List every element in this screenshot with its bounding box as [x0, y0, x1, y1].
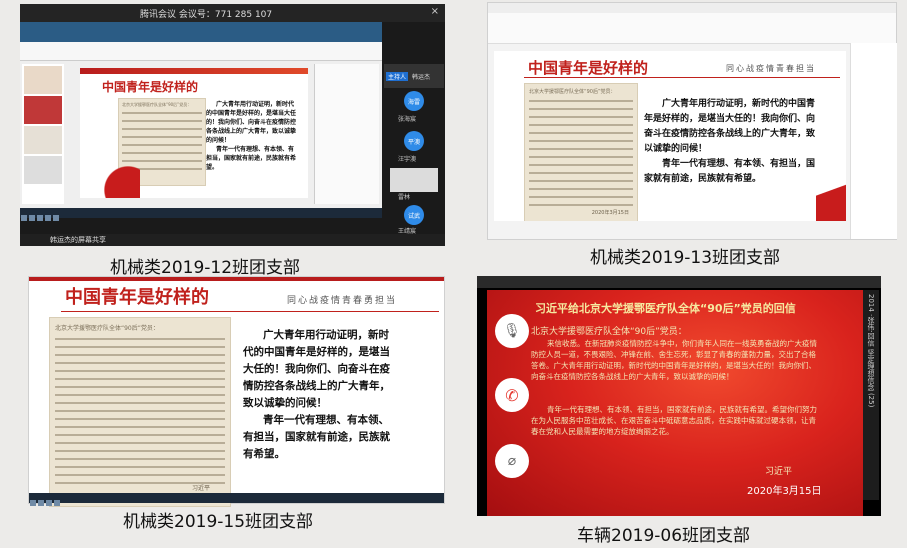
letter-date: 2020年3月15日 — [747, 486, 822, 497]
body-paragraph-2: 青年一代有理想、有本领、有担当，国家就有前途，民族就有希望。 — [644, 159, 816, 184]
slide-body: 广大青年用行动证明，新时代的中国青年是好样的，是堪当大任的！我向你们、向奋斗在疫… — [206, 100, 298, 172]
close-icon[interactable]: × — [431, 6, 439, 17]
slide-title: 中国青年是好样的 — [65, 287, 209, 308]
taskbar — [29, 493, 444, 506]
letter-salutation: 北京大学援鄂医疗队全体“90后”党员： — [531, 327, 687, 337]
ppt-ribbon — [488, 3, 896, 44]
slide-thumbnails — [22, 64, 64, 204]
slide-slogan: 同心战疫情青春勇担当 — [287, 296, 398, 306]
body-line: 致以诚挚的问候！ — [243, 397, 327, 409]
panel-caption-15: 机械类2019-15班团支部 — [123, 512, 314, 532]
avatar: 试武 — [404, 205, 424, 225]
meeting-title: 腾讯会议 会议号：771 285 107 — [140, 10, 273, 20]
panel-ppt-13: 中国青年是好样的 同心战疫情青春担当 北京大学援鄂医疗队全体“90后”党员： 2… — [487, 2, 897, 240]
share-status-text: 韩运杰的屏幕共享 — [50, 236, 106, 244]
participant-list: 主持人 韩运杰 海雷 张海宸 平澳 汪宇澳 雷林 试武 王靖宸 — [384, 64, 444, 235]
share-status-bar: 韩运杰的屏幕共享 — [20, 234, 445, 246]
side-vertical-text: 2014 ·张伟·回信 坚定理想信念 (25) — [863, 290, 879, 500]
letter-header: 北京大学援鄂医疗队全体“90后”党员： — [122, 102, 192, 107]
participant-tile[interactable]: 张海宸 — [384, 114, 444, 128]
slide-preview: 中国青年是好样的 同心战疫情青春担当 北京大学援鄂医疗队全体“90后”党员： 2… — [494, 51, 846, 221]
body-paragraph-1: 广大青年用行动证明，新时代的中国青年是好样的，是堪当大任的！我向你们、向奋斗在疫… — [644, 99, 816, 154]
body-paragraph-1: 广大青年用行动证明，新时代的中国青年是好样的，是堪当大任的！我向你们、向奋斗在疫… — [206, 101, 297, 144]
participant-name: 韩运杰 — [412, 74, 431, 81]
video-top-bar — [477, 276, 881, 288]
ppt-right-pane — [850, 43, 897, 239]
letter-paragraph-1: 来信收悉。在新冠肺炎疫情防控斗争中，你们青年人同在一线英勇奋战的广大疫情防控人员… — [531, 339, 817, 381]
participant-tile[interactable]: 汪宇澳 — [384, 154, 444, 168]
phone-hangup-icon: ✆ — [505, 385, 519, 405]
shared-red-screen: 习近平给北京大学援鄂医疗队全体“90后”党员的回信 北京大学援鄂医疗队全体“90… — [487, 290, 863, 516]
slide-preview: 中国青年是好样的 北京大学援鄂医疗队全体“90后”党员： 广大青年用行动证明，新… — [80, 68, 308, 198]
participant-name: 张海宸 — [398, 116, 417, 123]
letter-header: 北京大学援鄂医疗队全体“90后”党员： — [529, 89, 616, 95]
body-line: 有希望。 — [243, 448, 285, 460]
letter-signature: 习近平 — [191, 485, 210, 492]
letter-title: 习近平给北京大学援鄂医疗队全体“90后”党员的回信 — [535, 302, 796, 315]
panel-caption-12: 机械类2019-12班团支部 — [110, 258, 301, 278]
avatar: 海雷 — [404, 91, 424, 111]
host-badge: 主持人 — [386, 72, 409, 81]
letter-image: 北京大学援鄂医疗队全体“90后”党员： 2020年3月15日 — [524, 83, 638, 221]
participant-name: 雷林 — [398, 194, 411, 201]
hang-up-button[interactable]: ✆ — [495, 378, 529, 412]
slide-slogan: 同心战疫情青春担当 — [726, 64, 816, 73]
side-text: 2014 ·张伟·回信 坚定理想信念 (25) — [867, 294, 875, 408]
meeting-title-bar: 腾讯会议 会议号：771 285 107 × — [20, 4, 445, 22]
slide-title: 中国青年是好样的 — [102, 80, 199, 94]
panel-caption-13: 机械类2019-13班团支部 — [590, 248, 781, 268]
letter-header: 北京大学援鄂医疗队全体“90后”党员： — [55, 325, 159, 332]
panel-caption-06: 车辆2019-06班团支部 — [577, 526, 751, 546]
body-line: 情防控各条战线上的广大青年， — [243, 380, 390, 392]
slide-title: 中国青年是好样的 — [528, 59, 649, 77]
letter-paragraph-2: 青年一代有理想、有本领、有担当，国家就有前途，民族就有希望。希望你们努力在为人民… — [531, 405, 817, 436]
body-line: 大任的！我向你们、向奋斗在疫 — [243, 363, 390, 375]
camera-off-icon: ⌀ — [507, 453, 517, 469]
avatar: 平澳 — [404, 131, 424, 151]
participant-tile[interactable]: 主持人 韩运杰 — [384, 64, 444, 88]
participant-name: 汪宇澳 — [398, 156, 417, 163]
mic-off-icon: 🎙 — [503, 323, 521, 339]
ppt-toolbar — [20, 42, 382, 61]
body-line: 代的中国青年是好样的，是堪当 — [243, 346, 390, 358]
participant-tile[interactable]: 雷林 — [384, 192, 444, 204]
camera-off-button[interactable]: ⌀ — [495, 444, 529, 478]
participant-tile[interactable]: 平澳 — [384, 128, 444, 154]
taskbar — [20, 208, 382, 221]
slide-body: 广大青年用行动证明，新时代的中国青年是好样的，是堪当大任的！我向你们、向奋斗在疫… — [644, 97, 816, 187]
body-line: 广大青年用行动证明，新时 — [263, 329, 389, 341]
participant-tile[interactable]: 海雷 — [384, 88, 444, 114]
mute-mic-button[interactable]: 🎙 — [495, 314, 529, 348]
letter-image: 北京大学援鄂医疗队全体“90后”党员： 习近平 — [49, 317, 231, 507]
panel-meeting-12: 腾讯会议 会议号：771 285 107 × 中国青年是好样的 北京大学援鄂医疗… — [20, 4, 445, 246]
letter-signature: 习近平 — [765, 467, 793, 477]
panel-call-06: 习近平给北京大学援鄂医疗队全体“90后”党员的回信 北京大学援鄂医疗队全体“90… — [477, 276, 881, 516]
slide-body: 广大青年用行动证明，新时 代的中国青年是好样的，是堪当 大任的！我向你们、向奋斗… — [243, 327, 439, 463]
panel-slide-15: 中国青年是好样的 同心战疫情青春勇担当 北京大学援鄂医疗队全体“90后”党员： … — [28, 276, 445, 507]
body-line: 有担当，国家就有前途，民族就 — [243, 431, 390, 443]
body-paragraph-2: 青年一代有理想、有本领、有担当，国家就有前途，民族就有希望。 — [206, 146, 297, 171]
shared-screen: 中国青年是好样的 北京大学援鄂医疗队全体“90后”党员： 广大青年用行动证明，新… — [20, 22, 382, 221]
participant-video[interactable] — [390, 168, 438, 192]
ppt-window: 中国青年是好样的 北京大学援鄂医疗队全体“90后”党员： 广大青年用行动证明，新… — [20, 42, 382, 208]
ppt-right-panel — [314, 64, 379, 204]
body-line: 青年一代有理想、有本领、 — [263, 414, 389, 426]
letter-date: 2020年3月15日 — [591, 210, 629, 216]
participant-tile[interactable]: 试武 — [384, 204, 444, 226]
